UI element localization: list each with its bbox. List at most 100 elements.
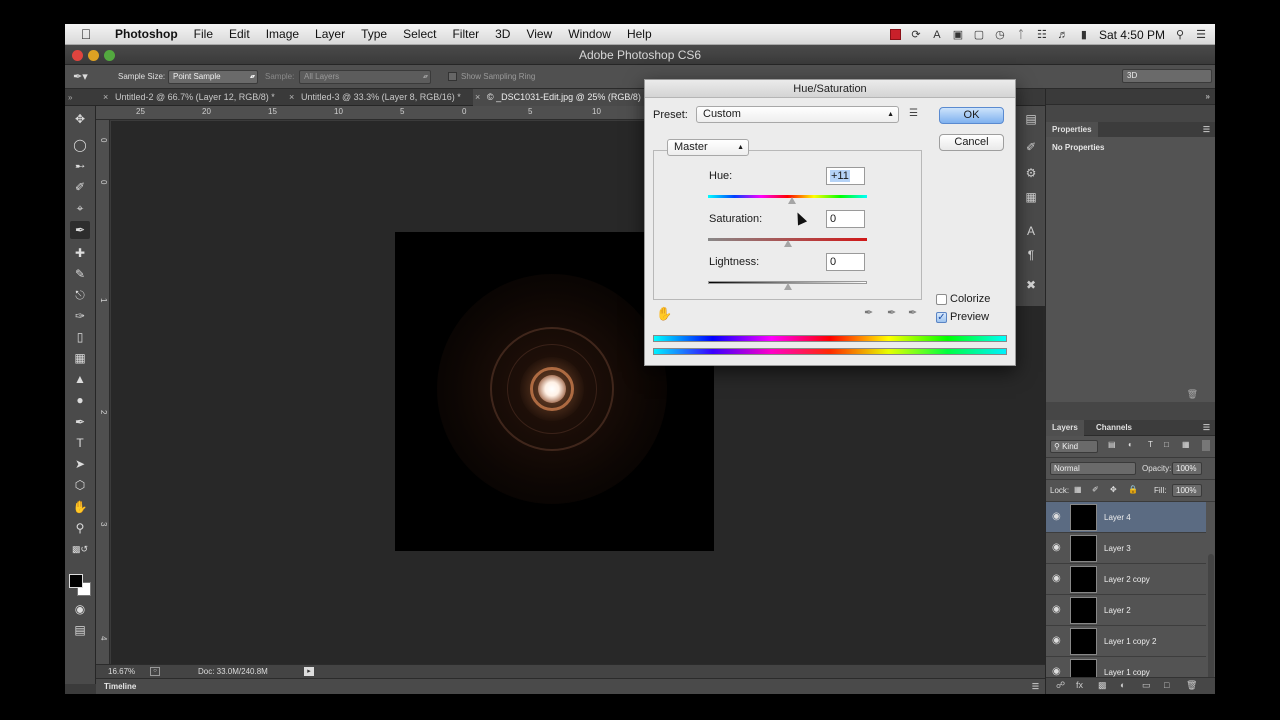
subtract-from-sample-eyedropper-icon[interactable]: ✒ bbox=[908, 306, 917, 319]
shape-filter-icon[interactable]: □ bbox=[1164, 440, 1169, 449]
layer-style-icon[interactable]: fx bbox=[1076, 680, 1083, 690]
time-machine-icon[interactable]: ◷ bbox=[994, 29, 1006, 41]
panel-menu-icon[interactable]: ☰ bbox=[1203, 420, 1210, 436]
timeline-panel[interactable]: Timeline ☰ bbox=[96, 678, 1045, 694]
new-group-icon[interactable]: ▭ bbox=[1142, 680, 1151, 691]
tab-properties[interactable]: Properties bbox=[1046, 122, 1098, 138]
lock-position-icon[interactable]: ✥ bbox=[1110, 485, 1117, 494]
dodge-tool-icon[interactable]: ● bbox=[70, 391, 90, 409]
visibility-eye-icon[interactable]: ◉ bbox=[1052, 635, 1061, 646]
move-tool-icon[interactable]: ✥ bbox=[70, 110, 90, 128]
eyedropper-tool-preset-icon[interactable]: ✒▾ bbox=[73, 65, 88, 89]
layer-row[interactable]: ◉ Layer 1 copy 2 bbox=[1046, 626, 1206, 657]
clone-stamp-tool-icon[interactable]: ⎋ bbox=[70, 286, 90, 304]
blend-mode-select[interactable]: Normal bbox=[1050, 462, 1136, 475]
character-panel-icon[interactable]: A bbox=[1024, 224, 1038, 238]
link-layers-icon[interactable]: ☍ bbox=[1056, 680, 1065, 691]
menu-type[interactable]: Type bbox=[353, 24, 395, 45]
panel-collapse-icon[interactable]: » bbox=[68, 89, 72, 106]
eraser-tool-icon[interactable]: ▯ bbox=[70, 328, 90, 346]
menu-clock[interactable]: Sat 4:50 PM bbox=[1099, 28, 1165, 42]
notification-list-icon[interactable]: ☰ bbox=[1195, 29, 1207, 41]
panel-menu-icon[interactable]: ☰ bbox=[1203, 122, 1210, 138]
menu-view[interactable]: View bbox=[518, 24, 560, 45]
adjustments-panel-icon[interactable]: ⚙ bbox=[1024, 166, 1038, 180]
volume-icon[interactable]: ♬ bbox=[1057, 29, 1069, 41]
panel-menu-icon[interactable]: ☰ bbox=[1032, 679, 1039, 694]
tab-dsc1031[interactable]: × © _DSC1031-Edit.jpg @ 25% (RGB/8) bbox=[473, 89, 645, 106]
sync-icon[interactable]: ⟳ bbox=[910, 29, 922, 41]
history-panel-icon[interactable]: ▤ bbox=[1024, 112, 1038, 126]
status-menu-arrow-icon[interactable]: ▸ bbox=[304, 667, 314, 676]
cancel-button[interactable]: Cancel bbox=[939, 134, 1004, 151]
tab-layers[interactable]: Layers bbox=[1046, 420, 1084, 436]
lock-all-icon[interactable]: 🔒 bbox=[1128, 485, 1138, 494]
lasso-tool-icon[interactable]: ➸ bbox=[70, 157, 90, 175]
layer-kind-filter[interactable]: ⚲ Kind bbox=[1050, 440, 1098, 453]
delete-layer-icon[interactable]: 🗑 bbox=[1186, 680, 1197, 691]
brush-panel-icon[interactable]: ✐ bbox=[1024, 140, 1038, 154]
visibility-eye-icon[interactable]: ◉ bbox=[1052, 604, 1061, 615]
sample-layers-select[interactable]: All Layers bbox=[299, 70, 431, 84]
layer-row[interactable]: ◉ Layer 4 bbox=[1046, 502, 1206, 533]
add-to-sample-eyedropper-icon[interactable]: ✒ bbox=[887, 306, 896, 319]
blur-tool-icon[interactable]: ▲ bbox=[70, 370, 90, 388]
menu-layer[interactable]: Layer bbox=[307, 24, 353, 45]
shape-tool-icon[interactable]: ⬡ bbox=[70, 476, 90, 494]
display-icon[interactable]: ▣ bbox=[952, 29, 964, 41]
quick-selection-tool-icon[interactable]: ✐ bbox=[70, 178, 90, 196]
type-tool-icon[interactable]: T bbox=[70, 434, 90, 452]
lightness-slider-knob[interactable] bbox=[783, 283, 792, 290]
tool-presets-panel-icon[interactable]: ✖ bbox=[1024, 278, 1038, 292]
pen-tool-icon[interactable]: ✒ bbox=[70, 413, 90, 431]
bluetooth-icon[interactable]: ᛏ bbox=[1015, 29, 1027, 41]
zoom-level[interactable]: 16.67% bbox=[108, 665, 135, 678]
adjustment-layer-icon[interactable]: ◐ bbox=[1120, 680, 1125, 690]
share-icon[interactable]: ○ bbox=[150, 667, 160, 676]
trash-icon[interactable]: 🗑 bbox=[1187, 389, 1198, 400]
menu-window[interactable]: Window bbox=[560, 24, 619, 45]
tab-untitled-2[interactable]: × Untitled-2 @ 66.7% (Layer 12, RGB/8) * bbox=[101, 89, 287, 106]
layer-row[interactable]: ◉ Layer 2 copy bbox=[1046, 564, 1206, 595]
healing-brush-tool-icon[interactable]: ✚ bbox=[70, 244, 90, 262]
brush-tool-icon[interactable]: ✎ bbox=[70, 265, 90, 283]
saturation-slider-knob[interactable] bbox=[783, 240, 792, 247]
menu-app-photoshop[interactable]: Photoshop bbox=[107, 24, 186, 45]
menu-help[interactable]: Help bbox=[619, 24, 660, 45]
tab-untitled-3[interactable]: × Untitled-3 @ 33.3% (Layer 8, RGB/16) * bbox=[287, 89, 473, 106]
hand-tool-icon[interactable]: ✋ bbox=[70, 498, 90, 516]
layer-row[interactable]: ◉ Layer 2 bbox=[1046, 595, 1206, 626]
pixel-filter-icon[interactable]: ▤ bbox=[1108, 440, 1116, 449]
marquee-tool-icon[interactable]: ◯ bbox=[70, 136, 90, 154]
menu-filter[interactable]: Filter bbox=[444, 24, 487, 45]
visibility-eye-icon[interactable]: ◉ bbox=[1052, 542, 1061, 553]
sampling-ring-checkbox[interactable] bbox=[448, 72, 457, 81]
paragraph-panel-icon[interactable]: ¶ bbox=[1024, 248, 1038, 262]
colorize-checkbox[interactable] bbox=[936, 294, 947, 305]
visibility-eye-icon[interactable]: ◉ bbox=[1052, 573, 1061, 584]
layer-comps-panel-icon[interactable]: ▦ bbox=[1024, 190, 1038, 204]
wifi-icon[interactable]: ☷ bbox=[1036, 29, 1048, 41]
path-selection-tool-icon[interactable]: ➤ bbox=[70, 455, 90, 473]
zoom-tool-icon[interactable]: ⚲ bbox=[70, 519, 90, 537]
preview-checkbox[interactable]: ✓ bbox=[936, 312, 947, 323]
history-brush-tool-icon[interactable]: ✑ bbox=[70, 307, 90, 325]
hue-field[interactable]: +11 bbox=[826, 167, 865, 185]
menu-file[interactable]: File bbox=[186, 24, 221, 45]
layers-scrollbar[interactable] bbox=[1208, 554, 1214, 694]
targeted-adjustment-hand-icon[interactable]: ✋ bbox=[656, 306, 672, 322]
default-colors-icon[interactable]: ▩↺ bbox=[70, 540, 90, 558]
close-tab-icon[interactable]: × bbox=[475, 89, 480, 106]
lock-pixels-icon[interactable]: ✐ bbox=[1092, 485, 1099, 494]
red-status-icon[interactable] bbox=[889, 29, 901, 40]
saturation-field[interactable]: 0 bbox=[826, 210, 865, 228]
preset-select[interactable]: Custom ▲ bbox=[696, 106, 899, 123]
tab-channels[interactable]: Channels bbox=[1090, 420, 1138, 436]
dock-collapse-icon[interactable]: » bbox=[1206, 89, 1210, 105]
filter-toggle-icon[interactable] bbox=[1202, 440, 1210, 451]
adobe-icon[interactable]: A bbox=[931, 29, 943, 41]
apple-menu-icon[interactable]:  bbox=[65, 26, 107, 42]
channel-select[interactable]: Master ▲ bbox=[667, 139, 749, 156]
eyedropper-icon[interactable]: ✒ bbox=[864, 306, 873, 319]
fill-field[interactable]: 100% bbox=[1172, 484, 1202, 497]
